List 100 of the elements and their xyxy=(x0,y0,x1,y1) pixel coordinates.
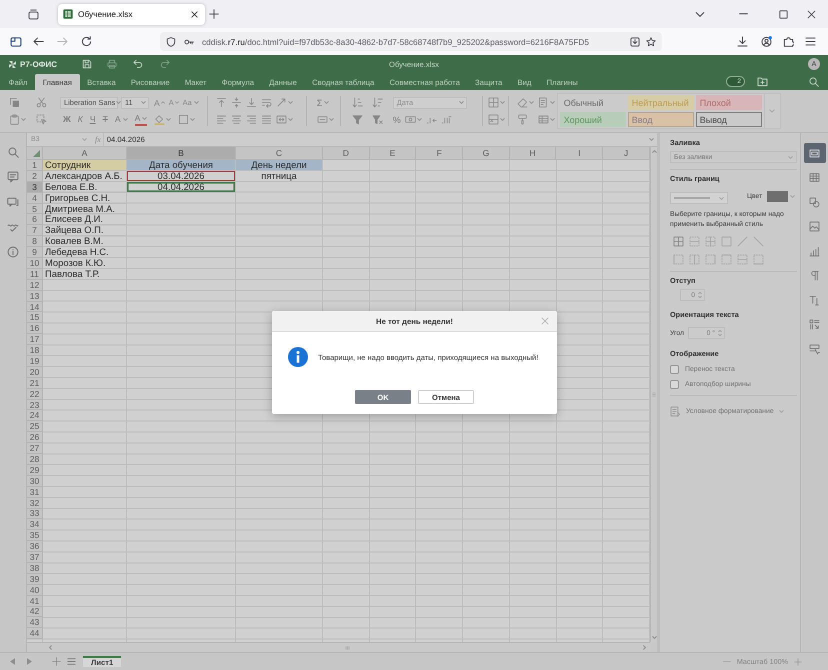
panel-tab[interactable] xyxy=(804,143,826,163)
paint-roller-icon[interactable] xyxy=(516,114,528,125)
menu-icon[interactable] xyxy=(805,36,816,47)
list-icon[interactable] xyxy=(67,657,76,666)
sort-ascending-icon[interactable] xyxy=(352,97,363,108)
row-header[interactable]: 24 xyxy=(27,410,43,422)
caret-icon[interactable] xyxy=(416,118,422,121)
column-header[interactable]: C xyxy=(236,147,323,160)
caret-icon[interactable] xyxy=(649,138,654,141)
redo-icon[interactable] xyxy=(160,59,170,69)
scroll-left-icon[interactable] xyxy=(49,645,52,650)
border-right-icon[interactable] xyxy=(705,254,716,265)
account-icon[interactable] xyxy=(761,36,772,47)
maximize-icon[interactable] xyxy=(779,10,788,18)
row-header[interactable]: 1 xyxy=(27,160,43,171)
shield-icon[interactable] xyxy=(166,36,176,46)
insert-cells-icon[interactable] xyxy=(488,97,499,108)
row-header[interactable]: 33 xyxy=(27,508,43,520)
row-header[interactable]: 16 xyxy=(27,323,43,334)
save-icon[interactable] xyxy=(82,59,92,69)
caret-icon[interactable] xyxy=(116,101,122,104)
color-swatch[interactable] xyxy=(767,191,788,202)
key-icon[interactable] xyxy=(184,36,194,46)
caret-icon[interactable] xyxy=(141,101,146,104)
align-left-icon[interactable] xyxy=(216,114,227,125)
underline-button[interactable]: Ч xyxy=(90,114,96,126)
row-header[interactable]: 15 xyxy=(27,312,43,324)
search-icon[interactable] xyxy=(8,147,18,158)
scroll-down-icon[interactable] xyxy=(652,636,656,639)
font-color-button[interactable]: A xyxy=(134,114,148,126)
download-box-icon[interactable] xyxy=(630,36,640,46)
scroll-up-icon[interactable] xyxy=(652,150,656,153)
arrow-right-icon[interactable] xyxy=(57,36,68,47)
row-header[interactable]: 23 xyxy=(27,400,43,410)
cell-style-option[interactable]: Хороший xyxy=(560,112,626,127)
filter-clear-icon[interactable] xyxy=(372,114,383,125)
row-header[interactable]: 11 xyxy=(27,268,43,280)
align-justify-icon[interactable] xyxy=(260,114,272,125)
column-header[interactable]: G xyxy=(463,147,510,160)
plus-icon[interactable] xyxy=(209,9,219,19)
column-header[interactable]: E xyxy=(370,147,416,160)
row-header[interactable]: 18 xyxy=(27,345,43,356)
sidebar-icon[interactable] xyxy=(10,36,22,48)
border-inner-horizontal-icon[interactable] xyxy=(689,236,700,247)
eraser-icon[interactable] xyxy=(516,97,528,108)
text-angle-icon[interactable] xyxy=(276,97,287,108)
caret-icon[interactable] xyxy=(82,138,87,141)
caret-icon[interactable] xyxy=(328,118,334,121)
row-header[interactable]: 28 xyxy=(27,454,43,465)
caret-icon[interactable] xyxy=(190,118,196,121)
vertical-scrollbar[interactable] xyxy=(650,147,657,642)
caret-icon[interactable] xyxy=(458,101,464,104)
border-diagonal-up-icon[interactable] xyxy=(737,236,748,247)
chat-icon[interactable] xyxy=(7,196,19,208)
row-header[interactable]: 35 xyxy=(27,530,43,542)
column-header[interactable]: I xyxy=(556,147,604,160)
table-icon[interactable] xyxy=(538,114,549,125)
column-header[interactable]: D xyxy=(323,147,370,160)
caret-down-icon[interactable] xyxy=(174,101,179,104)
row-header[interactable]: 7 xyxy=(27,225,43,236)
bold-button[interactable]: Ж xyxy=(63,114,71,126)
caret-icon[interactable] xyxy=(142,117,148,120)
triangle-left-icon[interactable] xyxy=(10,658,15,665)
row-header[interactable]: 29 xyxy=(27,464,43,476)
caret-icon[interactable] xyxy=(528,101,534,104)
percent-button[interactable]: % xyxy=(392,114,401,126)
border-middle-icon[interactable] xyxy=(737,254,748,265)
row-header[interactable]: 21 xyxy=(27,378,43,389)
fill-color-icon[interactable] xyxy=(154,114,166,125)
conditional-format-icon[interactable] xyxy=(538,97,549,108)
row-header[interactable]: 34 xyxy=(27,519,43,530)
row-header[interactable]: 17 xyxy=(27,334,43,346)
row-header[interactable]: 19 xyxy=(27,356,43,367)
column-header[interactable]: H xyxy=(510,147,556,160)
address-field[interactable]: cddisk.r7.ru/doc.html?uid=f97db53c-8a30-4862-b7d7-58c68748f7b9_925202&password=6216F8A75FD5 xyxy=(160,32,662,51)
caret-icon[interactable] xyxy=(500,118,505,121)
row-header[interactable]: 44 xyxy=(27,628,43,640)
cell-style-option[interactable]: Ввод xyxy=(628,112,694,127)
caret-icon[interactable] xyxy=(550,101,555,104)
align-middle-icon[interactable] xyxy=(230,97,242,108)
spin-arrows-icon[interactable] xyxy=(698,291,702,299)
chevron-down-icon[interactable] xyxy=(695,12,705,16)
row-header[interactable]: 36 xyxy=(27,541,43,552)
caret-icon[interactable] xyxy=(719,196,724,200)
subscript-button[interactable]: A xyxy=(114,114,128,126)
border-inner-vertical-icon[interactable] xyxy=(689,254,700,265)
border-all-icon[interactable] xyxy=(673,236,684,247)
close-icon[interactable] xyxy=(807,10,816,18)
tab-list-icon[interactable] xyxy=(28,8,39,20)
currency-icon[interactable] xyxy=(404,114,416,125)
borders-icon[interactable] xyxy=(178,114,190,125)
caret-icon[interactable] xyxy=(122,118,128,121)
print-icon[interactable] xyxy=(107,59,118,69)
close-icon[interactable] xyxy=(191,10,198,18)
copy-icon[interactable] xyxy=(9,97,20,108)
comment-icon[interactable] xyxy=(7,171,19,183)
triangle-right-icon[interactable] xyxy=(27,658,32,665)
browser-tab[interactable]: Обучение.xlsx xyxy=(58,4,205,24)
row-header[interactable]: 43 xyxy=(27,617,43,628)
row-header[interactable]: 32 xyxy=(27,498,43,508)
